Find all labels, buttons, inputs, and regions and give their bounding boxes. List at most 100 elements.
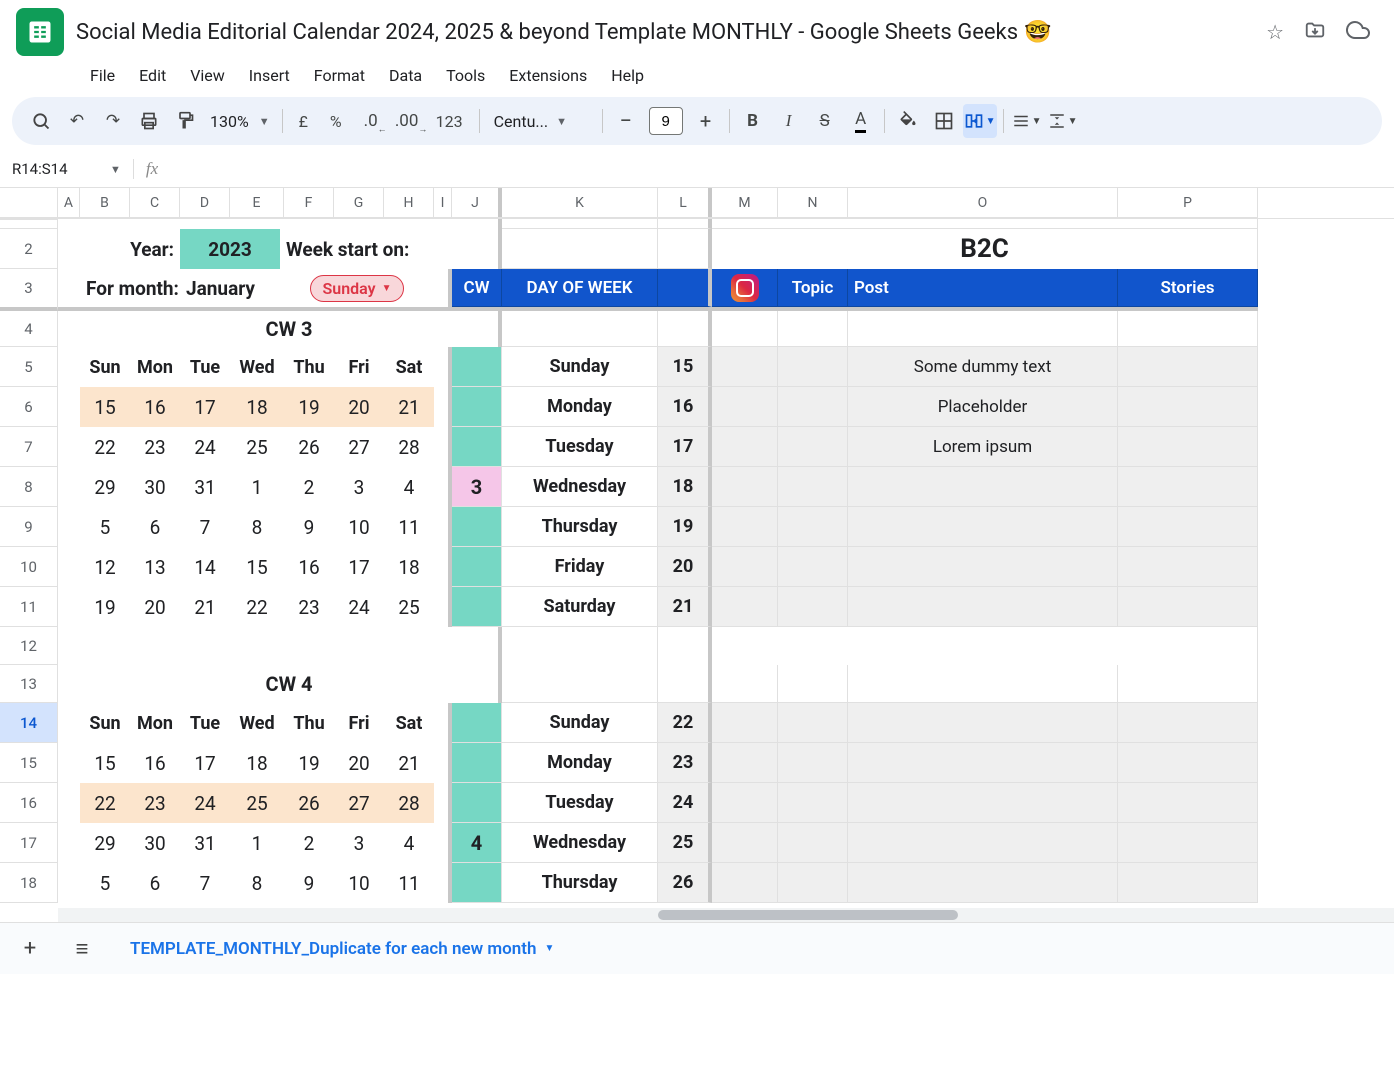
move-icon[interactable] — [1304, 19, 1326, 46]
topic-cell[interactable] — [778, 703, 848, 743]
col-M[interactable]: M — [712, 188, 778, 217]
cal-day[interactable]: 23 — [130, 783, 180, 823]
redo-icon[interactable]: ↷ — [96, 104, 130, 138]
dow-cell[interactable]: Wednesday — [502, 467, 658, 507]
borders-button[interactable] — [927, 104, 961, 138]
cal-day[interactable]: 20 — [130, 587, 180, 627]
dow-cell[interactable]: Thursday — [502, 863, 658, 903]
italic-button[interactable]: I — [772, 104, 806, 138]
cloud-icon[interactable] — [1346, 18, 1370, 47]
row-13[interactable]: 13 — [0, 665, 58, 703]
col-N[interactable]: N — [778, 188, 848, 217]
cal-day[interactable]: 19 — [80, 587, 130, 627]
cal-day[interactable]: 18 — [230, 743, 284, 783]
topic-cell[interactable] — [778, 743, 848, 783]
cal-day[interactable]: 8 — [230, 863, 284, 903]
cal-day[interactable]: 5 — [80, 863, 130, 903]
topic-cell[interactable] — [712, 387, 778, 427]
topic-cell[interactable] — [778, 783, 848, 823]
dow-cell[interactable]: Wednesday — [502, 823, 658, 863]
bold-button[interactable]: B — [736, 104, 770, 138]
post-cell[interactable] — [848, 703, 1118, 743]
menu-help[interactable]: Help — [601, 60, 654, 91]
cal-day[interactable]: 21 — [180, 587, 230, 627]
stories-cell[interactable] — [1118, 547, 1258, 587]
cal-day[interactable]: 19 — [284, 387, 334, 427]
row-9[interactable]: 9 — [0, 507, 58, 547]
row-14[interactable]: 14 — [0, 703, 58, 743]
row-6[interactable]: 6 — [0, 387, 58, 427]
font-select[interactable]: Centu...▼ — [486, 112, 596, 131]
cal-day[interactable]: 23 — [284, 587, 334, 627]
col-E[interactable]: E — [230, 188, 284, 217]
fontsize-decrease-button[interactable]: − — [609, 104, 643, 138]
row-12[interactable]: 12 — [0, 627, 58, 665]
row-4[interactable]: 4 — [0, 311, 58, 347]
strikethrough-button[interactable]: S — [808, 104, 842, 138]
daynum-cell[interactable]: 21 — [658, 587, 712, 627]
cal-day[interactable]: 31 — [180, 823, 230, 863]
daynum-cell[interactable]: 16 — [658, 387, 712, 427]
cal-day[interactable]: 24 — [334, 587, 384, 627]
namebox-dropdown-icon[interactable]: ▼ — [110, 163, 121, 176]
daynum-cell[interactable]: 26 — [658, 863, 712, 903]
topic-cell[interactable] — [712, 427, 778, 467]
cal-day[interactable]: 15 — [80, 743, 130, 783]
cal-day[interactable]: 26 — [284, 427, 334, 467]
cal-day[interactable]: 3 — [334, 823, 384, 863]
dow-cell[interactable]: Saturday — [502, 587, 658, 627]
cal-day[interactable]: 17 — [180, 743, 230, 783]
menu-format[interactable]: Format — [304, 60, 375, 91]
cw-number[interactable]: 3 — [452, 467, 502, 507]
cal-day[interactable]: 16 — [130, 387, 180, 427]
cal-day[interactable]: 29 — [80, 467, 130, 507]
col-P[interactable]: P — [1118, 188, 1258, 217]
cal-day[interactable]: 5 — [80, 507, 130, 547]
cal-day[interactable]: 18 — [384, 547, 434, 587]
col-I[interactable]: I — [434, 188, 452, 217]
topic-cell[interactable] — [778, 347, 848, 387]
cal-day[interactable]: 28 — [384, 427, 434, 467]
col-B[interactable]: B — [80, 188, 130, 217]
topic-cell[interactable] — [712, 703, 778, 743]
post-cell[interactable] — [848, 587, 1118, 627]
topic-cell[interactable] — [778, 547, 848, 587]
fill-color-button[interactable] — [891, 104, 925, 138]
menu-extensions[interactable]: Extensions — [499, 60, 597, 91]
currency-button[interactable]: £ — [289, 104, 318, 138]
cal-day[interactable]: 21 — [384, 743, 434, 783]
stories-cell[interactable] — [1118, 783, 1258, 823]
stories-cell[interactable] — [1118, 823, 1258, 863]
row-8[interactable]: 8 — [0, 467, 58, 507]
cal-day[interactable]: 25 — [230, 427, 284, 467]
daynum-cell[interactable]: 20 — [658, 547, 712, 587]
decrease-decimal-button[interactable]: .0← — [354, 104, 388, 138]
stories-cell[interactable] — [1118, 347, 1258, 387]
align-button[interactable]: ▼ — [1010, 104, 1044, 138]
undo-icon[interactable]: ↶ — [60, 104, 94, 138]
cal-day[interactable]: 7 — [180, 863, 230, 903]
cal-day[interactable]: 15 — [80, 387, 130, 427]
all-sheets-button[interactable]: ≡ — [64, 931, 100, 967]
formula-bar[interactable] — [170, 157, 1386, 181]
fontsize-increase-button[interactable]: + — [689, 104, 723, 138]
stories-cell[interactable] — [1118, 507, 1258, 547]
row-11[interactable]: 11 — [0, 587, 58, 627]
stories-cell[interactable] — [1118, 587, 1258, 627]
text-color-button[interactable]: A — [844, 104, 878, 138]
daynum-cell[interactable]: 23 — [658, 743, 712, 783]
cal-day[interactable]: 27 — [334, 427, 384, 467]
col-A[interactable]: A — [58, 188, 80, 217]
daynum-cell[interactable]: 19 — [658, 507, 712, 547]
topic-cell[interactable] — [712, 347, 778, 387]
dow-cell[interactable]: Sunday — [502, 703, 658, 743]
merge-cells-button[interactable]: ▼ — [963, 104, 997, 138]
stories-cell[interactable] — [1118, 703, 1258, 743]
row-3[interactable]: 3 — [0, 269, 58, 311]
cal-day[interactable]: 16 — [130, 743, 180, 783]
topic-cell[interactable] — [778, 427, 848, 467]
post-cell[interactable] — [848, 547, 1118, 587]
menu-edit[interactable]: Edit — [129, 60, 176, 91]
post-cell[interactable] — [848, 783, 1118, 823]
cal-day[interactable]: 4 — [384, 467, 434, 507]
